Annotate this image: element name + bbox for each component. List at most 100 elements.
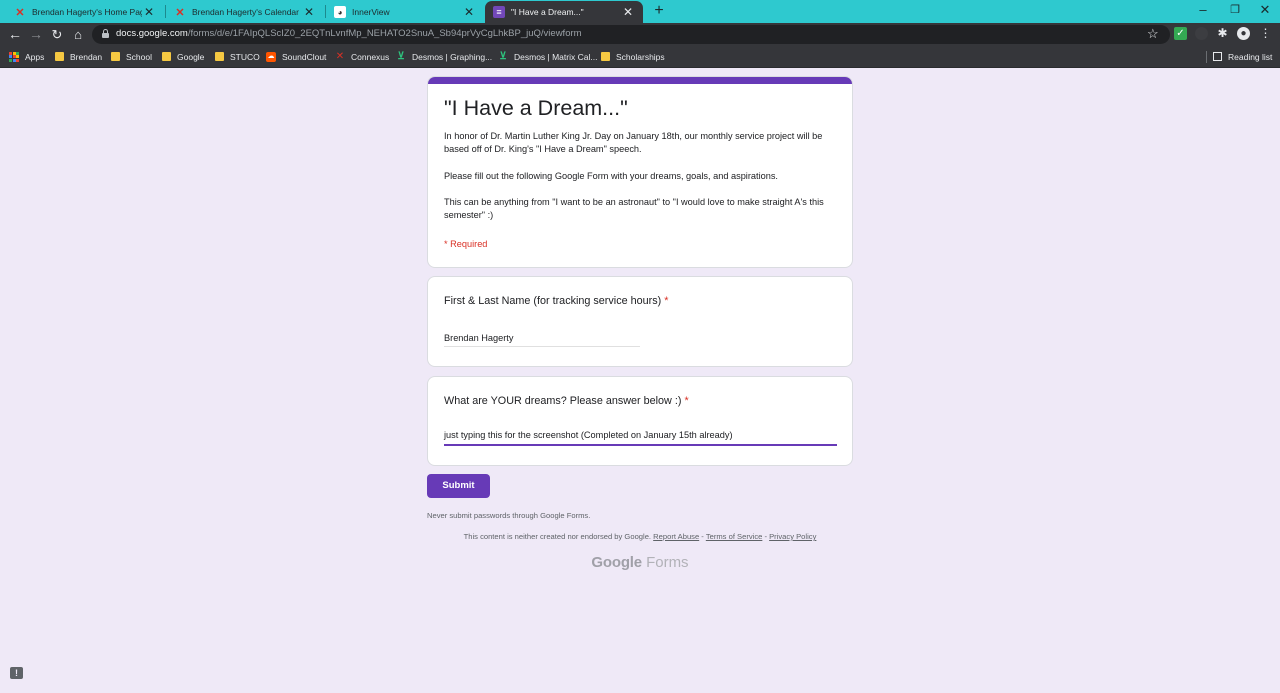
back-arrow-icon[interactable]: ← [6,25,24,44]
minimize-icon[interactable]: – [1188,0,1218,22]
folder-icon [215,52,224,61]
extensions-puzzle-icon[interactable]: ✱ [1216,27,1229,40]
extension-check-icon[interactable]: ✓ [1174,27,1187,40]
close-tab-icon[interactable]: ✕ [462,5,476,19]
question-card-dreams: What are YOUR dreams? Please answer belo… [427,376,853,466]
tab-title: Brendan Hagerty's Calendar [192,7,299,17]
url-text[interactable]: docs.google.com/forms/d/e/1FAIpQLScIZ0_2… [116,28,582,39]
folder-icon [601,52,610,61]
question-card-name: First & Last Name (for tracking service … [427,276,853,367]
bookmark-desmos-graphing[interactable]: ⊻ Desmos | Graphing... [396,46,492,67]
desmos-icon: ⊻ [499,50,507,62]
required-asterisk: * [684,395,689,407]
feedback-icon[interactable]: ! [10,667,23,679]
forward-arrow-icon[interactable]: → [27,25,45,44]
bookmark-label: Google [177,51,205,62]
browser-toolbar: ← → ↻ ⌂ docs.google.com/forms/d/e/1FAIpQ… [0,23,1280,46]
bookmark-brendan[interactable]: Brendan [55,46,102,67]
bookmarks-divider [1206,51,1207,63]
soundcloud-icon: ☁ [266,51,276,62]
apps-grid-icon [9,51,19,62]
required-asterisk: * [664,295,669,307]
bookmarks-bar: Apps Brendan School Google STUCO ☁ Sound… [0,46,1280,68]
bookmark-school[interactable]: School [111,46,152,67]
report-abuse-link[interactable]: Report Abuse [653,532,699,541]
bookmark-label: Desmos | Graphing... [412,51,493,62]
reading-list-label: Reading list [1228,51,1273,62]
menu-kebab-icon[interactable]: ⋮ [1259,27,1272,40]
brand-google: Google [591,554,642,571]
question-text: What are YOUR dreams? Please answer belo… [444,395,682,407]
restore-icon[interactable]: ❐ [1220,0,1250,22]
disclaimer-text: This content is neither created nor endo… [463,532,652,541]
tab-calendar[interactable]: ✕ Brendan Hagerty's Calendar ✕ [166,1,324,23]
google-forms-logo[interactable]: Google Forms [427,554,853,571]
tab-home-page[interactable]: ✕ Brendan Hagerty's Home Page ✕ [6,1,164,23]
brand-forms: Forms [646,554,689,571]
bookmark-label: Apps [25,51,45,62]
profile-avatar-icon[interactable]: ● [1237,27,1250,40]
extension-circle-icon[interactable] [1195,27,1208,40]
terms-of-service-link[interactable]: Terms of Service [706,532,763,541]
reading-list-icon [1213,52,1222,61]
bookmark-stuco[interactable]: STUCO [215,46,260,67]
bookmark-label: Connexus [351,51,390,62]
form-description: In honor of Dr. Martin Luther King Jr. D… [444,130,836,222]
question-label: What are YOUR dreams? Please answer belo… [444,395,689,407]
google-forms-icon: ≡ [493,6,505,18]
required-note: * Required [444,239,488,249]
address-bar[interactable]: docs.google.com/forms/d/e/1FAIpQLScIZ0_2… [92,25,1170,44]
reload-icon[interactable]: ↻ [48,25,66,44]
bookmark-google[interactable]: Google [162,46,204,67]
lock-icon [102,29,109,38]
tab-title: Brendan Hagerty's Home Page [32,7,142,17]
innerview-icon: ◕ [334,6,346,18]
home-icon[interactable]: ⌂ [69,25,87,44]
close-window-icon[interactable]: ✕ [1250,0,1280,22]
question-label: First & Last Name (for tracking service … [444,295,668,307]
bookmark-label: STUCO [230,51,260,62]
bookmark-desmos-matrix[interactable]: ⊻ Desmos | Matrix Cal... [498,46,597,67]
bookmark-apps[interactable]: Apps [9,46,44,67]
close-tab-icon[interactable]: ✕ [142,5,156,19]
close-tab-icon[interactable]: ✕ [302,5,316,19]
connexus-icon: ✕ [335,50,345,62]
description-paragraph: This can be anything from "I want to be … [444,196,824,221]
form-title: "I Have a Dream..." [444,96,628,120]
bookmark-soundclout[interactable]: ☁ SoundClout [266,46,326,67]
reading-list-button[interactable]: Reading list [1213,46,1272,67]
bookmark-label: Brendan [70,51,103,62]
bookmark-star-icon[interactable]: ☆ [1147,26,1159,42]
new-tab-icon[interactable]: + [650,1,668,21]
description-paragraph: In honor of Dr. Martin Luther King Jr. D… [444,131,823,155]
description-paragraph: Please fill out the following Google For… [444,170,778,181]
bookmark-label: Desmos | Matrix Cal... [514,51,598,62]
bookmark-label: SoundClout [282,51,327,62]
folder-icon [111,52,120,61]
footer-disclaimer: This content is neither created nor endo… [427,532,853,541]
privacy-policy-link[interactable]: Privacy Policy [769,532,816,541]
tab-i-have-a-dream[interactable]: ≡ "I Have a Dream..." ✕ [485,1,643,23]
folder-icon [55,52,64,61]
submit-button[interactable]: Submit [427,474,490,498]
bookmark-scholarships[interactable]: Scholarships [601,46,665,67]
accent-bar [428,77,852,84]
tab-innerview[interactable]: ◕ InnerView ✕ [326,1,484,23]
bookmark-label: School [126,51,152,62]
desmos-icon: ⊻ [397,50,405,62]
connexus-icon: ✕ [175,6,185,19]
dreams-input[interactable]: just typing this for the screenshot (Com… [444,428,837,446]
form-header-card: "I Have a Dream..." In honor of Dr. Mart… [427,76,853,268]
tab-title: "I Have a Dream..." [511,7,584,17]
name-input[interactable]: Brendan Hagerty [444,331,640,347]
close-tab-icon[interactable]: ✕ [621,5,635,19]
connexus-icon: ✕ [15,6,25,19]
password-warning: Never submit passwords through Google Fo… [427,511,591,520]
bookmark-label: Scholarships [616,51,665,62]
tab-strip: ✕ Brendan Hagerty's Home Page ✕ ✕ Brenda… [0,0,1280,23]
tab-title: InnerView [352,7,390,17]
link-separator: - [699,532,706,541]
question-text: First & Last Name (for tracking service … [444,295,662,307]
folder-icon [162,52,171,61]
bookmark-connexus[interactable]: ✕ Connexus [335,46,389,67]
